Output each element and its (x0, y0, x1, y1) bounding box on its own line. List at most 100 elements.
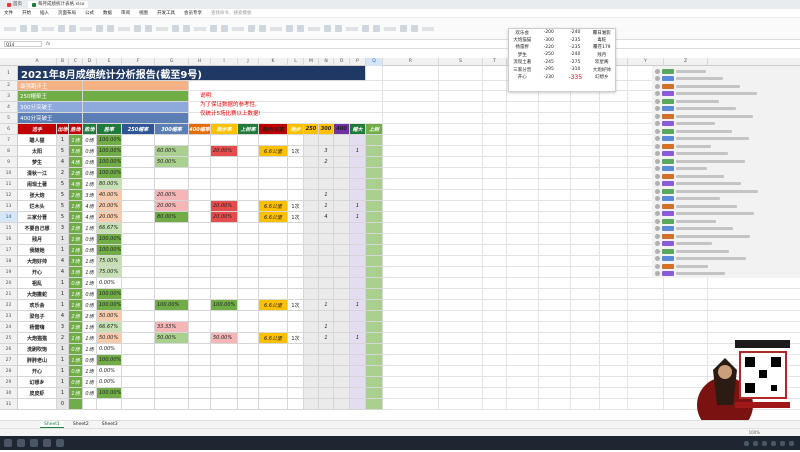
run-rate[interactable] (211, 377, 238, 388)
wins[interactable]: 5场 (69, 146, 83, 157)
appearances[interactable]: 5 (57, 190, 69, 201)
label-cell[interactable]: 250帽牵王 (18, 91, 83, 102)
rate-400[interactable] (189, 333, 211, 344)
cap-250[interactable] (304, 168, 319, 179)
menu-item[interactable]: 数据 (103, 10, 112, 16)
row-header[interactable]: 10 (0, 168, 18, 179)
cap-400[interactable] (334, 300, 350, 311)
run-km[interactable] (259, 234, 288, 245)
row-header[interactable]: 19 (0, 267, 18, 278)
cap-big[interactable] (350, 267, 366, 278)
losses[interactable]: 4场 (83, 212, 97, 223)
appearances[interactable]: 1 (57, 135, 69, 146)
losses[interactable]: 1场 (83, 377, 97, 388)
run-rate[interactable] (211, 223, 238, 234)
win-rate[interactable]: 100.00% (97, 146, 122, 157)
tree-col[interactable] (366, 256, 383, 267)
cap-400[interactable] (334, 388, 350, 399)
tree-col[interactable] (366, 267, 383, 278)
run-count[interactable] (288, 355, 304, 366)
cap-400[interactable] (334, 377, 350, 388)
cap-300[interactable] (319, 289, 334, 300)
tree-rate[interactable] (238, 146, 259, 157)
header-cell[interactable]: 400 (334, 124, 350, 135)
rate-400[interactable] (189, 377, 211, 388)
toolbar-button[interactable] (80, 26, 92, 31)
appearances[interactable]: 4 (57, 267, 69, 278)
player-name[interactable]: 胖胖老山 (18, 355, 57, 366)
row-header[interactable]: 26 (0, 344, 18, 355)
tree-col[interactable] (366, 135, 383, 146)
cap-300[interactable] (319, 223, 334, 234)
appearances[interactable]: 3 (57, 322, 69, 333)
win-rate[interactable]: 100.00% (97, 234, 122, 245)
tray-icon[interactable] (780, 440, 785, 446)
cap-250[interactable] (304, 245, 319, 256)
win-rate[interactable]: 75.00% (97, 256, 122, 267)
wins[interactable]: 1场 (69, 212, 83, 223)
cap-400[interactable] (334, 322, 350, 333)
toolbar-button[interactable] (156, 26, 168, 31)
label-cell[interactable]: 300分突破王 (18, 102, 83, 113)
rate-400[interactable] (189, 289, 211, 300)
tab-home[interactable]: 首页 (3, 1, 26, 8)
header-cell[interactable]: 胜场 (69, 124, 83, 135)
toolbar-button[interactable] (400, 25, 407, 32)
name-box[interactable]: Q14 (4, 41, 42, 47)
menu-item[interactable]: 文件 (4, 10, 13, 16)
tree-rate[interactable] (238, 234, 259, 245)
run-km[interactable] (259, 344, 288, 355)
run-count[interactable]: 1次 (288, 201, 304, 212)
cap-250[interactable] (304, 179, 319, 190)
tree-col[interactable] (366, 212, 383, 223)
cell-250[interactable] (122, 300, 155, 311)
win-rate[interactable]: 0.00% (97, 278, 122, 289)
tree-col[interactable] (366, 322, 383, 333)
sheet-tab[interactable]: Sheet2 (69, 421, 93, 428)
row-header[interactable]: 22 (0, 300, 18, 311)
row-header[interactable]: 20 (0, 278, 18, 289)
run-count[interactable]: 1次 (288, 333, 304, 344)
tree-col[interactable] (366, 190, 383, 201)
tree-col[interactable] (366, 146, 383, 157)
run-km[interactable] (259, 377, 288, 388)
cell-250[interactable] (122, 212, 155, 223)
cell-250[interactable] (122, 179, 155, 190)
column-header[interactable]: H (189, 58, 211, 66)
tree-col[interactable] (366, 223, 383, 234)
cap-250[interactable] (304, 300, 319, 311)
run-count[interactable] (288, 168, 304, 179)
cap-300[interactable] (319, 245, 334, 256)
losses[interactable]: 4场 (83, 201, 97, 212)
tree-col[interactable] (366, 157, 383, 168)
win-rate[interactable]: 75.00% (97, 267, 122, 278)
rate-400[interactable] (189, 355, 211, 366)
rate-400[interactable] (189, 223, 211, 234)
tree-rate[interactable] (238, 190, 259, 201)
losses[interactable]: 1场 (83, 267, 97, 278)
tree-rate[interactable] (238, 399, 259, 410)
losses[interactable]: 0场 (83, 234, 97, 245)
losses[interactable]: 1场 (83, 344, 97, 355)
run-km[interactable] (259, 322, 288, 333)
tree-col[interactable] (366, 355, 383, 366)
cap-250[interactable] (304, 135, 319, 146)
rate-300[interactable]: 20.00% (155, 190, 189, 201)
wins[interactable]: 1场 (69, 355, 83, 366)
cap-400[interactable] (334, 190, 350, 201)
cell-250[interactable] (122, 168, 155, 179)
run-count[interactable] (288, 190, 304, 201)
cap-400[interactable] (334, 234, 350, 245)
run-count[interactable] (288, 267, 304, 278)
cell-250[interactable] (122, 157, 155, 168)
toolbar-button[interactable] (411, 25, 418, 32)
cell-250[interactable] (122, 388, 155, 399)
wins[interactable]: 0场 (69, 366, 83, 377)
run-rate[interactable] (211, 399, 238, 410)
run-km[interactable] (259, 135, 288, 146)
run-km[interactable]: 6.6公里 (259, 333, 288, 344)
rate-300[interactable] (155, 377, 189, 388)
cell-250[interactable] (122, 256, 155, 267)
cap-big[interactable] (350, 256, 366, 267)
appearances[interactable]: 5 (57, 212, 69, 223)
